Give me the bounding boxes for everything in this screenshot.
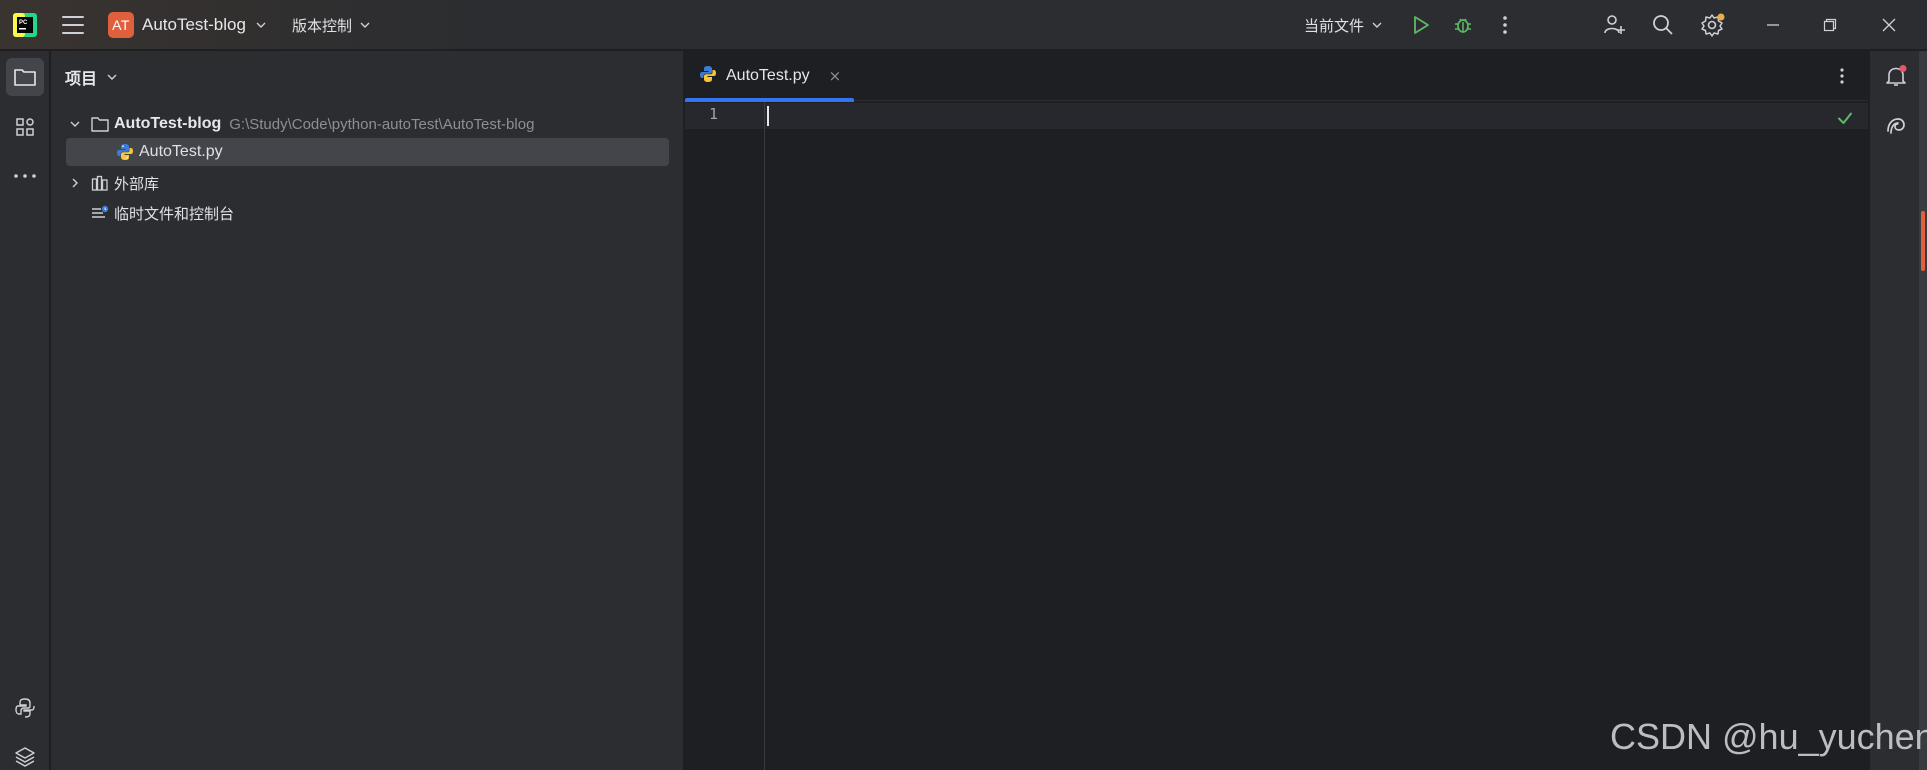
svg-text:PC: PC [19, 20, 28, 26]
run-config-selector[interactable]: 当前文件 [1304, 12, 1382, 38]
tree-scratches-row[interactable]: 临时文件和控制台 [67, 199, 234, 227]
vcs-label: 版本控制 [292, 16, 353, 35]
project-badge: AT [108, 12, 134, 38]
folder-icon [91, 115, 109, 133]
ai-assistant-icon [1887, 118, 1905, 134]
more-vertical-icon [1503, 16, 1507, 34]
debug-icon [1455, 18, 1471, 33]
project-panel-title: 项目 [65, 69, 98, 88]
line-number-gutter[interactable] [685, 102, 765, 770]
project-tool-button[interactable] [6, 58, 44, 96]
project-folder-icon [14, 69, 36, 86]
tree-root-name: AutoTest-blog [114, 115, 222, 132]
chevron-down-icon [256, 22, 266, 28]
more-vertical-icon [1840, 68, 1844, 84]
debug-button[interactable] [1448, 10, 1478, 40]
add-user-icon [1604, 15, 1625, 34]
project-name: AutoTest-blog [142, 15, 246, 34]
close-tab-icon[interactable]: × [829, 67, 842, 85]
tree-scratches-label: 临时文件和控制台 [114, 204, 235, 223]
notifications-icon [1886, 65, 1907, 86]
library-icon [91, 174, 109, 192]
tree-external-libs-label: 外部库 [114, 174, 160, 193]
editor-area: AutoTest.py × 1 [685, 51, 1868, 770]
editor-tabs-menu-button[interactable] [1830, 63, 1854, 89]
minimize-icon [1767, 24, 1779, 26]
tree-file-row[interactable]: AutoTest.py [66, 138, 669, 166]
editor-tab-label: AutoTest.py [726, 67, 810, 84]
more-tool-windows-button[interactable] [6, 157, 44, 195]
chevron-right-icon[interactable] [67, 175, 83, 191]
services-tool-button[interactable] [6, 737, 44, 770]
restore-button[interactable] [1815, 10, 1845, 40]
chevron-down-icon [107, 74, 117, 80]
python-console-button[interactable] [6, 689, 44, 727]
project-switcher[interactable]: AT AutoTest-blog [108, 10, 266, 40]
notifications-button[interactable] [1877, 57, 1915, 95]
code-with-me-button[interactable] [1599, 10, 1629, 40]
scratches-icon [91, 204, 109, 222]
python-file-icon [699, 65, 717, 87]
run-icon [1414, 16, 1429, 34]
project-panel-header[interactable]: 项目 [65, 65, 117, 89]
main-menu-button[interactable] [60, 14, 86, 36]
search-icon [1653, 15, 1673, 35]
chevron-down-icon [360, 22, 370, 28]
editor-tab-autotest[interactable]: AutoTest.py × [685, 51, 855, 102]
layers-icon [15, 747, 35, 767]
tree-root-path: G:\Study\Code\python-autoTest\AutoTest-b… [229, 115, 535, 133]
structure-tool-button[interactable] [6, 108, 44, 146]
chevron-down-icon [1372, 22, 1382, 28]
current-line-highlight [685, 103, 1868, 129]
editor-scrollbar[interactable] [1858, 102, 1868, 770]
tree-root-row[interactable]: AutoTest-blog G:\Study\Code\python-autoT… [67, 110, 534, 138]
line-number: 1 [709, 105, 719, 123]
python-console-icon [15, 698, 35, 718]
right-tool-strip [1869, 51, 1927, 770]
watermark: CSDN @hu_yuchen [1610, 716, 1927, 757]
more-actions-button[interactable] [1490, 10, 1520, 40]
text-caret [767, 106, 769, 126]
right-scroll-track[interactable] [1919, 51, 1927, 770]
tree-external-libs-row[interactable]: 外部库 [67, 169, 159, 197]
close-icon [1882, 18, 1896, 32]
close-window-button[interactable] [1874, 10, 1904, 40]
project-panel: 项目 AutoTest-blog G:\Study\Code\python-au… [51, 51, 684, 770]
inspection-ok-icon[interactable] [1836, 109, 1854, 127]
run-config-label: 当前文件 [1304, 16, 1365, 35]
scroll-thumb[interactable] [1921, 211, 1925, 271]
search-everywhere-button[interactable] [1648, 10, 1678, 40]
vcs-menu[interactable]: 版本控制 [292, 12, 370, 38]
pycharm-logo-icon[interactable]: PC [12, 12, 38, 38]
chevron-down-icon[interactable] [67, 116, 83, 132]
structure-icon [16, 118, 34, 136]
hamburger-menu-icon [62, 16, 84, 18]
ai-assistant-button[interactable] [1877, 107, 1915, 145]
python-file-icon [116, 143, 134, 161]
restore-icon [1823, 18, 1837, 32]
more-horizontal-icon [14, 174, 36, 178]
run-button[interactable] [1406, 10, 1436, 40]
settings-icon [1701, 13, 1725, 37]
left-tool-strip [0, 51, 50, 770]
title-bar: PC AT AutoTest-blog 版本控制 当前文件 [0, 0, 1927, 50]
editor-tab-bar: AutoTest.py × [685, 51, 1868, 102]
settings-button[interactable] [1698, 10, 1728, 40]
minimize-button[interactable] [1758, 10, 1788, 40]
tree-file-name: AutoTest.py [139, 143, 223, 160]
